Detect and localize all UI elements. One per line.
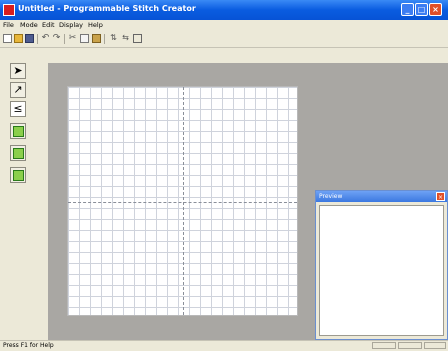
stitch-tool-a[interactable]	[10, 123, 26, 139]
menu-bar: File Mode Edit Display Help	[0, 20, 448, 31]
point-edit-tool[interactable]: ↗	[10, 82, 26, 98]
status-bar: Press F1 for Help	[0, 340, 448, 351]
menu-help[interactable]: Help	[88, 21, 103, 29]
stitch-c-icon	[13, 170, 24, 181]
menu-edit[interactable]: Edit	[42, 21, 55, 29]
menu-display[interactable]: Display	[59, 21, 83, 29]
save-icon[interactable]	[25, 34, 34, 43]
maximize-button[interactable]: □	[415, 3, 428, 16]
select-arrow-icon: ➤	[13, 64, 23, 77]
flip-icon[interactable]: ⇅	[109, 34, 118, 43]
toolbar-separator	[64, 34, 65, 44]
stitch-tool-b[interactable]	[10, 145, 26, 161]
new-icon[interactable]	[3, 34, 12, 43]
select-tool[interactable]: ➤	[10, 63, 26, 79]
status-panel	[372, 342, 396, 349]
cut-icon[interactable]: ✂	[68, 34, 77, 43]
preview-title[interactable]: Preview	[316, 191, 447, 202]
status-text: Press F1 for Help	[3, 342, 54, 349]
stitch-b-icon	[13, 148, 24, 159]
stitch-tool-c[interactable]	[10, 167, 26, 183]
tool-palette: ➤ ↗ ≤	[10, 63, 46, 243]
preview-window[interactable]: Preview ×	[315, 190, 448, 340]
app-icon	[3, 4, 15, 16]
stitch-a-icon	[13, 126, 24, 137]
toolbar-separator	[104, 34, 105, 44]
title-bar[interactable]: Untitled - Programmable Stitch Creator _…	[0, 0, 448, 20]
copy-icon[interactable]	[80, 34, 89, 43]
zigzag-icon: ≤	[13, 102, 23, 115]
stitch-canvas[interactable]	[67, 86, 298, 316]
toolbar-separator	[37, 34, 38, 44]
mirror-icon[interactable]: ⇆	[121, 34, 130, 43]
undo-icon[interactable]: ↶	[41, 34, 50, 43]
menu-mode[interactable]: Mode	[20, 21, 38, 29]
paste-icon[interactable]	[92, 34, 101, 43]
vertical-axis	[183, 87, 184, 315]
zigzag-tool[interactable]: ≤	[10, 101, 26, 117]
preview-pane	[319, 205, 444, 336]
status-panel	[424, 342, 446, 349]
minimize-button[interactable]: _	[401, 3, 414, 16]
status-panel	[398, 342, 422, 349]
redo-icon[interactable]: ↷	[52, 34, 61, 43]
open-icon[interactable]	[14, 34, 23, 43]
app-window: Untitled - Programmable Stitch Creator _…	[0, 0, 448, 351]
toolbar: ↶ ↷ ✂ ⇅ ⇆	[0, 31, 448, 48]
horizontal-axis	[68, 202, 297, 203]
close-button[interactable]: ×	[429, 3, 442, 16]
point-edit-icon: ↗	[13, 83, 23, 96]
preview-close-button[interactable]: ×	[436, 192, 445, 201]
menu-file[interactable]: File	[3, 21, 14, 29]
square-icon[interactable]	[133, 34, 142, 43]
window-title: Untitled - Programmable Stitch Creator	[18, 4, 196, 13]
